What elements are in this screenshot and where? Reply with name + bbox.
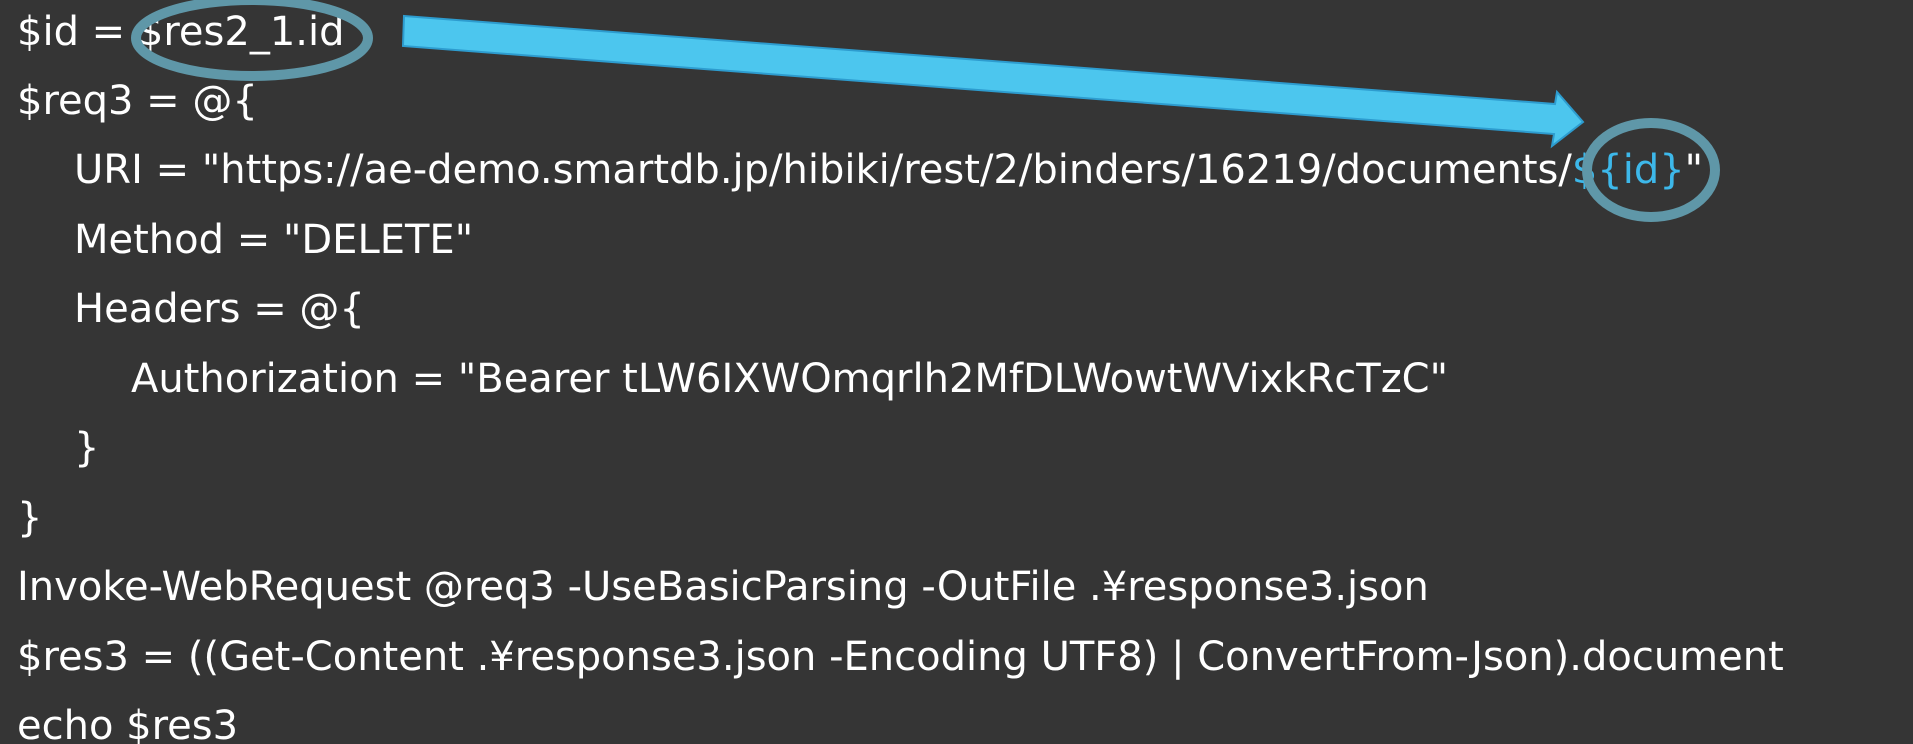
code-line-req3-open: $req3 = @{ <box>17 78 258 124</box>
code-line-echo: echo $res3 <box>17 703 239 744</box>
code-line-headers-open: Headers = @{ <box>74 286 365 332</box>
code-line-authorization: Authorization = "Bearer tLW6IXWOmqrlh2Mf… <box>131 356 1449 402</box>
code-block: $id = $res2_1.id $req3 = @{ URI = "https… <box>0 0 1913 744</box>
code-line-id-assignment: $id = $res2_1.id <box>17 9 345 55</box>
code-line-res3-assignment: $res3 = ((Get-Content .¥response3.json -… <box>17 634 1784 680</box>
code-line-method: Method = "DELETE" <box>74 217 474 263</box>
code-line-headers-close: } <box>74 425 100 471</box>
code-line-req3-close: } <box>17 495 43 541</box>
code-line-uri: URI = "https://ae-demo.smartdb.jp/hibiki… <box>74 146 1703 194</box>
uri-id-variable: ${id} <box>1571 147 1685 193</box>
uri-text: URI = "https://ae-demo.smartdb.jp/hibiki… <box>74 147 1572 193</box>
code-line-invoke-webrequest: Invoke-WebRequest @req3 -UseBasicParsing… <box>17 564 1429 610</box>
uri-closing-quote: " <box>1684 147 1704 193</box>
code-slide: $id = $res2_1.id $req3 = @{ URI = "https… <box>0 0 1913 744</box>
